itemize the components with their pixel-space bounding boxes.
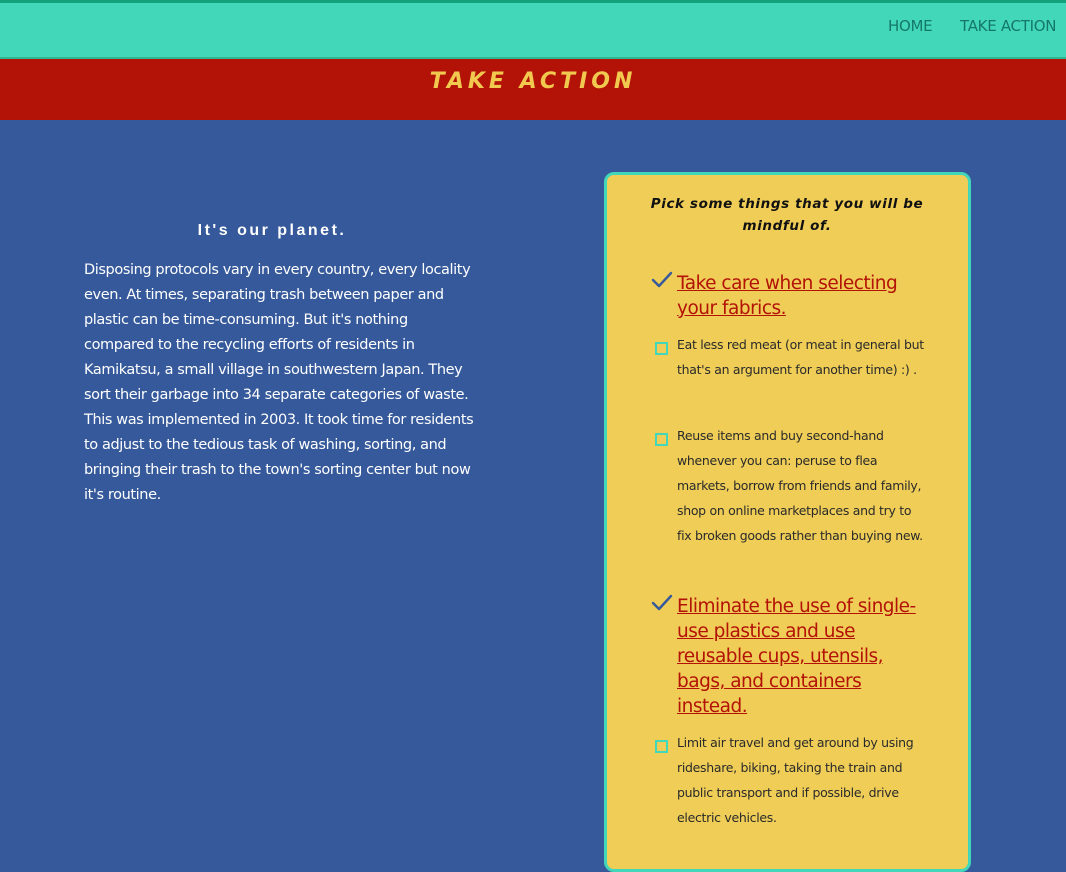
checklist-item-text[interactable]: Eliminate the use of single-use plastics… <box>677 594 927 719</box>
top-nav: HOME TAKE ACTION <box>0 0 1066 59</box>
page-title: TAKE ACTION <box>429 69 637 94</box>
nav-take-action-link[interactable]: TAKE ACTION <box>960 17 1056 35</box>
checkbox-icon[interactable] <box>655 342 668 355</box>
checklist-item-text: Reuse items and buy second-hand whenever… <box>677 428 923 543</box>
checkmark-icon[interactable] <box>651 271 673 289</box>
page-banner: TAKE ACTION <box>0 59 1066 120</box>
checklist-card: Pick some things that you will be mindfu… <box>604 172 971 872</box>
checklist-item-text[interactable]: Take care when selecting your fabrics. <box>677 271 927 321</box>
checkbox-icon[interactable] <box>655 433 668 446</box>
intro-section: It's our planet. Disposing protocols var… <box>84 222 474 508</box>
intro-heading: It's our planet. <box>197 222 347 239</box>
checkmark-icon[interactable] <box>651 594 673 612</box>
checklist-heading: Pick some things that you will be mindfu… <box>650 196 924 234</box>
checkbox-icon[interactable] <box>655 740 668 753</box>
intro-paragraph: Disposing protocols vary in every countr… <box>84 262 474 503</box>
checklist-item-text: Eat less red meat (or meat in general bu… <box>677 337 924 377</box>
nav-home-link[interactable]: HOME <box>888 17 933 35</box>
checklist-item-text: Limit air travel and get around by using… <box>677 735 914 825</box>
